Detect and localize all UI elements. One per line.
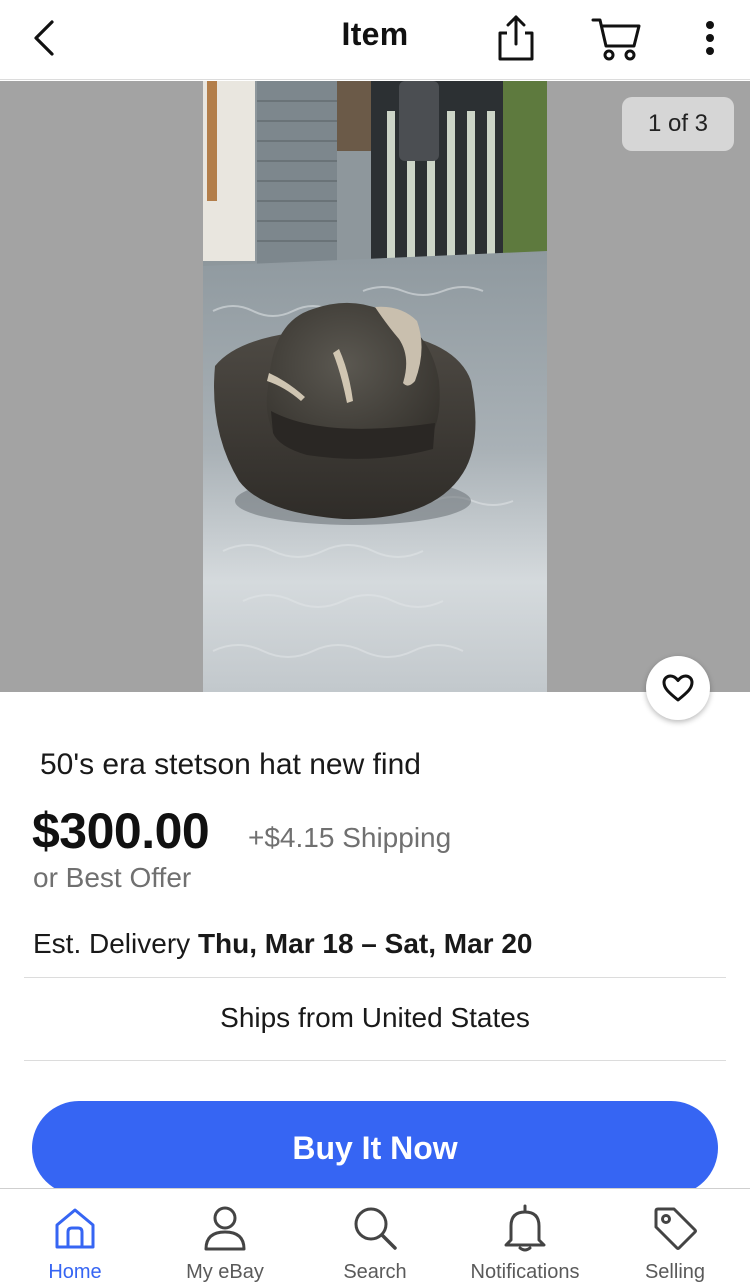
cart-button[interactable] xyxy=(588,10,644,66)
bottom-tab-bar: Home My eBay Search Notifications Sellin… xyxy=(0,1188,750,1287)
more-vertical-icon xyxy=(706,21,714,55)
best-offer-note: or Best Offer xyxy=(33,862,192,893)
share-icon xyxy=(498,15,534,61)
tab-search[interactable]: Search xyxy=(300,1189,450,1287)
tab-notifications[interactable]: Notifications xyxy=(450,1189,600,1287)
home-icon xyxy=(55,1208,95,1249)
bell-icon xyxy=(504,1204,546,1252)
buy-it-now-button[interactable]: Buy It Now xyxy=(32,1101,718,1195)
tag-icon xyxy=(654,1207,697,1250)
tab-label: Search xyxy=(343,1261,407,1283)
estimated-delivery: Est. Delivery Thu, Mar 18 – Sat, Mar 20 xyxy=(33,928,533,960)
tab-my-ebay[interactable]: My eBay xyxy=(150,1189,300,1287)
more-options-button[interactable] xyxy=(692,12,728,64)
item-price: $300.00 xyxy=(32,803,210,859)
heart-icon xyxy=(662,674,694,702)
delivery-dates: Thu, Mar 18 – Sat, Mar 20 xyxy=(197,928,533,959)
cart-icon xyxy=(591,18,641,61)
delivery-label: Est. Delivery xyxy=(33,928,191,959)
person-icon xyxy=(204,1206,246,1251)
image-counter: 1 of 3 xyxy=(622,97,734,151)
shipping-cost: +$4.15 Shipping xyxy=(248,822,452,853)
top-bar: Item xyxy=(0,0,750,80)
divider xyxy=(24,1060,726,1061)
item-title: 50's era stetson hat new find xyxy=(40,748,421,781)
search-icon xyxy=(354,1207,397,1250)
tab-label: Selling xyxy=(644,1261,706,1283)
tab-home[interactable]: Home xyxy=(0,1189,150,1287)
divider xyxy=(24,977,726,978)
share-button[interactable] xyxy=(493,10,539,66)
tab-selling[interactable]: Selling xyxy=(600,1189,750,1287)
tab-label: Home xyxy=(48,1261,102,1283)
ships-from: Ships from United States xyxy=(220,1002,530,1033)
tab-label: My eBay xyxy=(186,1261,264,1283)
image-gallery[interactable]: 1 of 3 xyxy=(0,81,750,692)
tab-label: Notifications xyxy=(470,1261,580,1283)
watch-button[interactable] xyxy=(646,656,710,720)
item-photo[interactable] xyxy=(203,81,547,692)
